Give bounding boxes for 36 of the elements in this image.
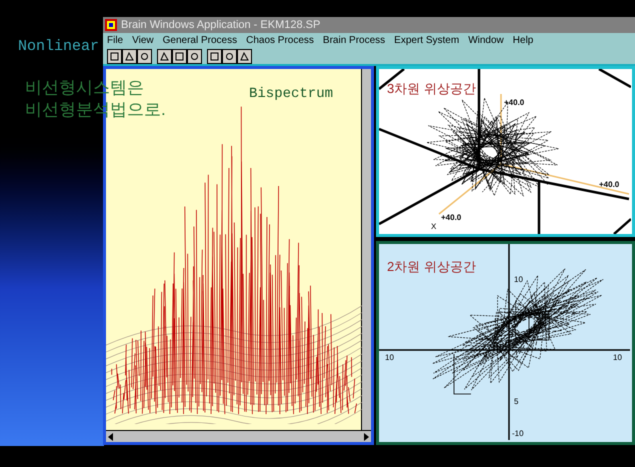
tick-label: 10 bbox=[385, 352, 394, 364]
axis-label: +40.0 bbox=[441, 212, 462, 224]
app-icon bbox=[105, 19, 117, 31]
axis-label: +40.0 bbox=[599, 179, 620, 191]
plot-title: 3차원 위상공간 bbox=[387, 80, 476, 98]
scroll-left-icon[interactable] bbox=[107, 432, 115, 440]
menu-item[interactable]: Brain Process bbox=[322, 36, 386, 46]
tick-label: 10 bbox=[514, 274, 523, 286]
axis-label: +40.0 bbox=[504, 97, 524, 109]
window-title: Brain Windows Application - EKM128.SP bbox=[121, 18, 320, 33]
tick-label: -10 bbox=[512, 428, 524, 440]
toolbar-button[interactable] bbox=[237, 48, 252, 64]
slide-heading: Nonlinear bbox=[18, 37, 100, 57]
menu-item[interactable]: Expert System bbox=[394, 36, 460, 46]
toolbar-button[interactable] bbox=[172, 48, 187, 64]
toolbar-button[interactable] bbox=[122, 48, 137, 64]
toolbar-button[interactable] bbox=[137, 48, 152, 64]
toolbar-button[interactable] bbox=[222, 48, 237, 64]
menu-item[interactable]: File bbox=[107, 36, 124, 46]
vertical-scrollbar[interactable] bbox=[361, 69, 371, 430]
horizontal-scrollbar[interactable] bbox=[106, 430, 371, 442]
axis-label: X bbox=[431, 221, 436, 233]
plot-label: Bispectrum bbox=[249, 85, 334, 104]
plot-title: 2차원 위상공간 bbox=[387, 258, 476, 276]
tick-label: 10 bbox=[613, 352, 622, 364]
toolbar-button[interactable] bbox=[207, 48, 222, 64]
toolbar-button[interactable] bbox=[187, 48, 202, 64]
menu-item[interactable]: Help bbox=[512, 36, 534, 46]
menu-item[interactable]: Chaos Process bbox=[246, 36, 314, 46]
toolbar-button[interactable] bbox=[157, 48, 172, 64]
menu-item[interactable]: Window bbox=[468, 36, 504, 46]
menu-item[interactable]: General Process bbox=[162, 36, 238, 46]
toolbar-button[interactable] bbox=[107, 48, 122, 64]
tick-label: 5 bbox=[514, 396, 518, 408]
menu-item[interactable]: View bbox=[132, 36, 154, 46]
scroll-right-icon[interactable] bbox=[362, 432, 370, 440]
